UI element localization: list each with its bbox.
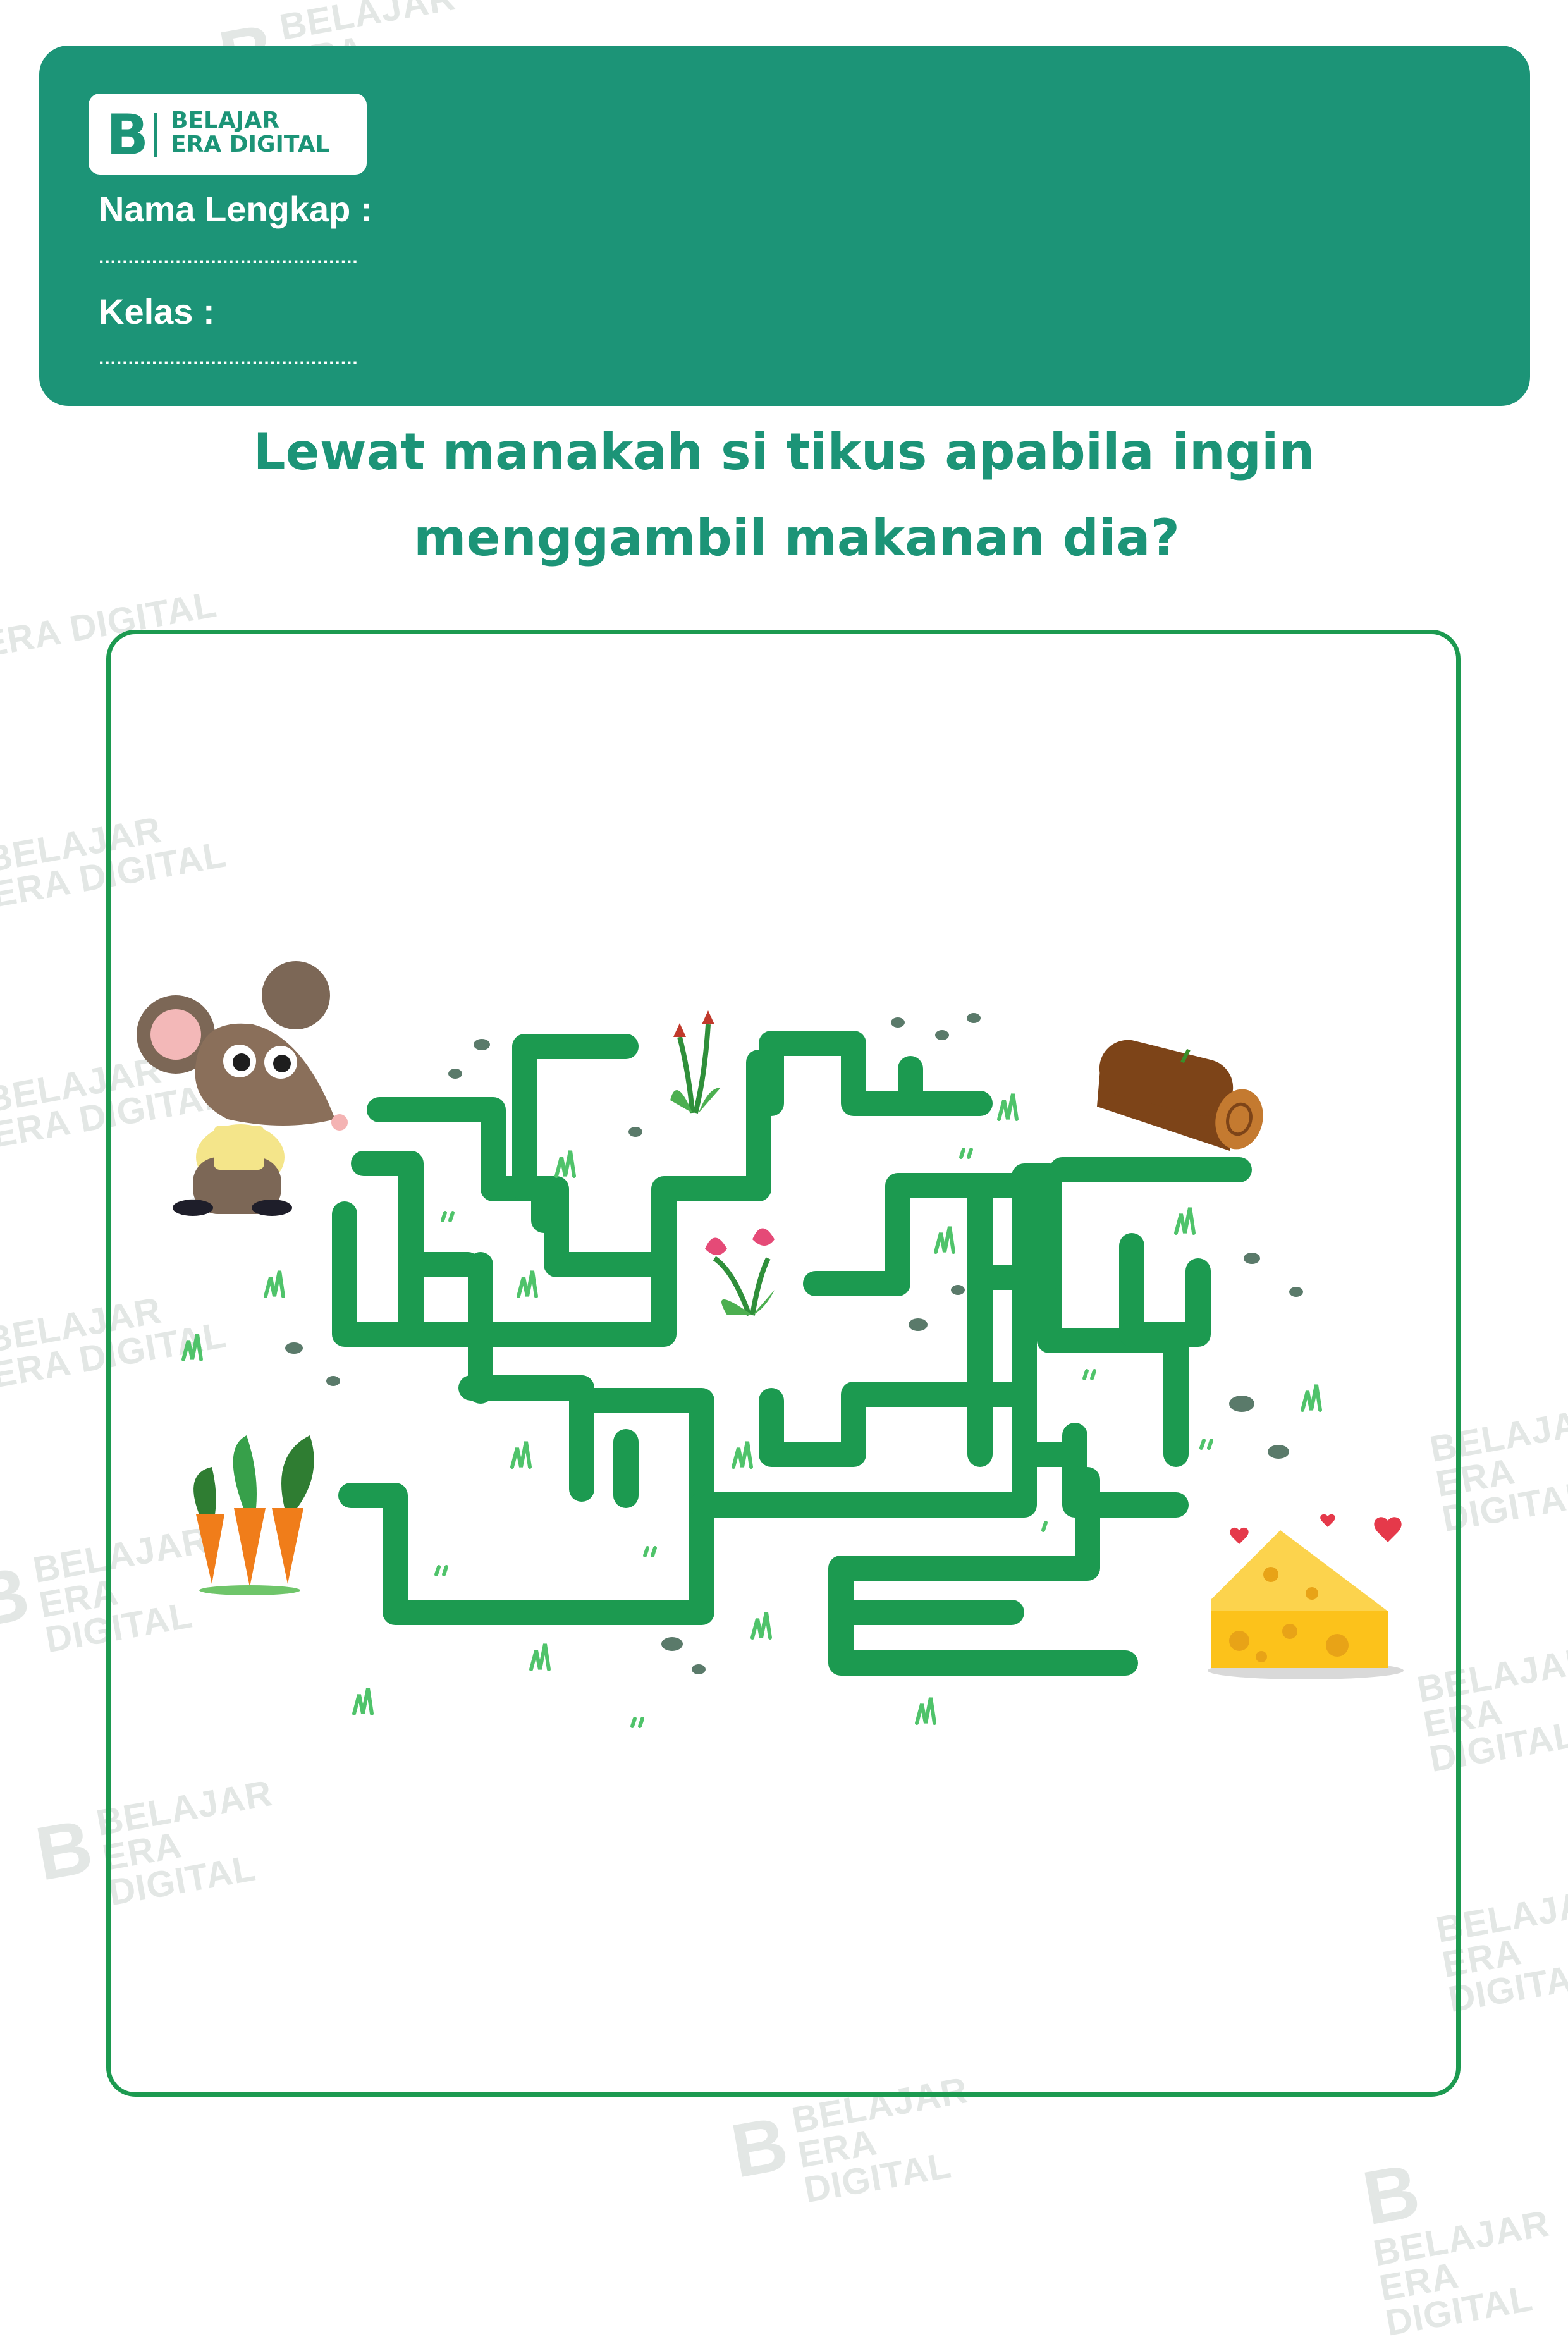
cheese-icon bbox=[1208, 1514, 1404, 1679]
carrots-icon bbox=[193, 1435, 314, 1595]
tulip-flowers-icon bbox=[670, 1010, 721, 1114]
pink-flowers-icon bbox=[705, 1228, 775, 1316]
maze-illustration bbox=[137, 961, 1404, 1728]
maze-paths[interactable] bbox=[332, 1031, 1252, 1676]
mouse-character bbox=[137, 961, 348, 1216]
log-icon bbox=[1097, 1040, 1263, 1151]
